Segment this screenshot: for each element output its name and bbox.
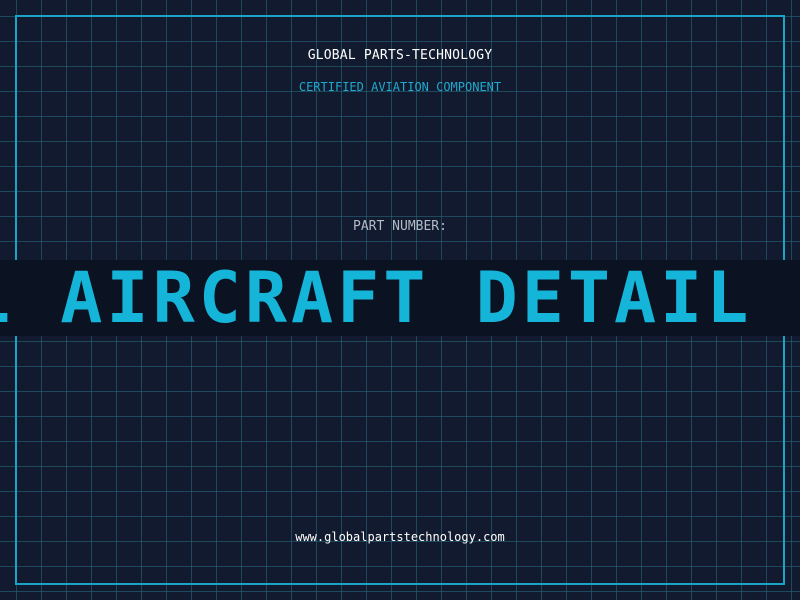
part-number-band: L AIRCRAFT DETAIL F xyxy=(0,260,800,336)
parts-display-page: GLOBAL PARTS-TECHNOLOGY CERTIFIED AVIATI… xyxy=(0,0,800,600)
certification-tagline: CERTIFIED AVIATION COMPONENT xyxy=(298,80,502,94)
part-number-label: PART NUMBER: xyxy=(353,219,447,234)
part-number-value: L AIRCRAFT DETAIL F xyxy=(0,260,800,336)
company-name: GLOBAL PARTS-TECHNOLOGY xyxy=(307,48,493,63)
website-url[interactable]: www.globalpartstechnology.com xyxy=(0,530,800,544)
